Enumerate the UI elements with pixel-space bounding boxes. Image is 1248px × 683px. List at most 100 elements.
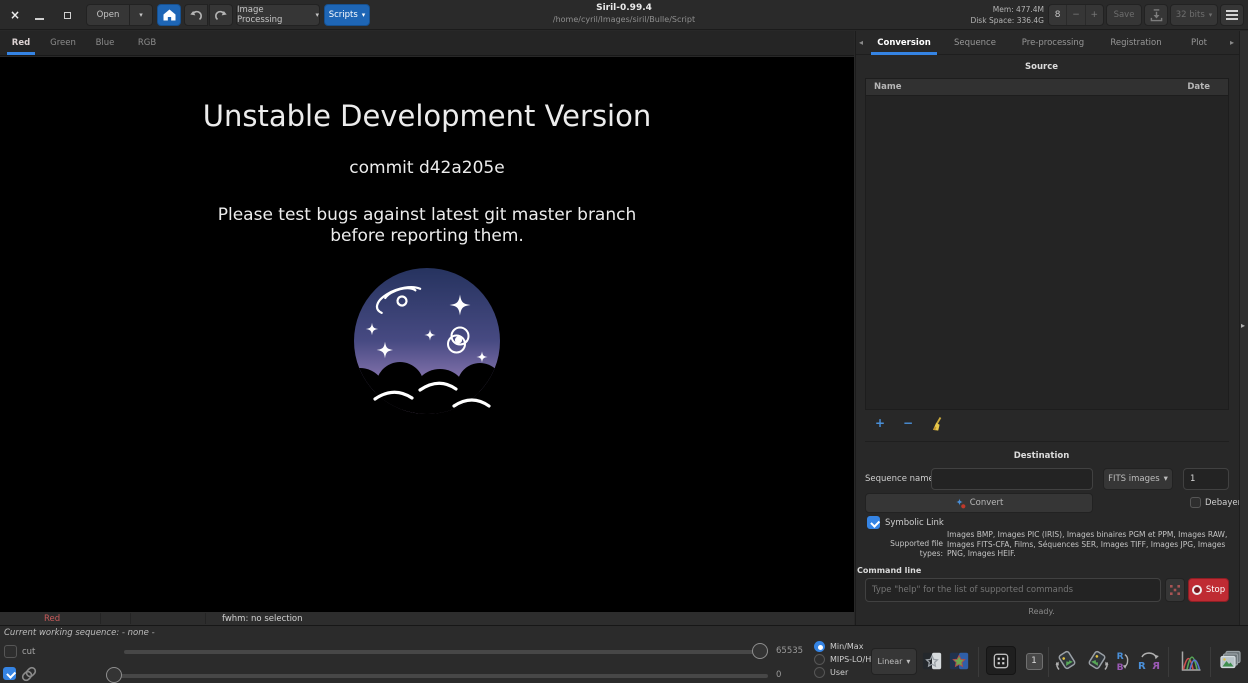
minus-icon: − — [902, 416, 914, 430]
output-format-dropdown[interactable]: FITS images ▾ — [1103, 468, 1173, 490]
convert-star-icon — [955, 498, 966, 508]
tab-red[interactable]: Red — [0, 31, 42, 55]
maximize-button[interactable] — [58, 6, 76, 24]
home-button[interactable] — [157, 4, 181, 26]
zoom-100-button[interactable]: 1 — [1021, 648, 1047, 674]
dev-version-title: Unstable Development Version — [202, 99, 652, 133]
tab-rgb[interactable]: RGB — [126, 31, 168, 55]
panel-collapse-strip: ▸ — [1239, 31, 1248, 625]
threads-increment-button[interactable]: + — [1084, 5, 1103, 25]
minmax-radio[interactable] — [814, 641, 825, 652]
image-stack-icon — [1220, 650, 1241, 669]
svg-text:R: R — [1152, 661, 1160, 672]
histogram-icon — [1181, 651, 1201, 671]
hi-slider-track[interactable] — [124, 649, 768, 654]
false-color-button[interactable] — [946, 648, 972, 674]
open-button[interactable]: Open — [86, 4, 130, 26]
undo-icon — [190, 10, 202, 20]
flip-vertical-icon: R B — [1117, 651, 1129, 672]
rotate-right-button[interactable] — [1084, 648, 1110, 674]
sequence-list-button[interactable] — [1217, 648, 1243, 674]
hi-value-label: 65535 — [776, 646, 804, 656]
bit-depth-dropdown[interactable]: 32 bits ▾ — [1170, 4, 1218, 26]
mips-radio[interactable] — [814, 654, 825, 665]
column-name[interactable]: Name — [874, 79, 901, 96]
broom-icon — [932, 417, 941, 431]
image-processing-button[interactable]: Image Processing ▾ — [236, 4, 320, 26]
add-files-button[interactable]: + — [872, 417, 888, 431]
open-dropdown-button[interactable]: ▾ — [129, 4, 153, 26]
tab-registration[interactable]: Registration — [1094, 31, 1178, 55]
fit-to-window-button[interactable] — [986, 646, 1016, 675]
symbolic-link-checkbox[interactable] — [867, 516, 880, 529]
cut-checkbox[interactable] — [4, 645, 17, 658]
minmax-label: Min/Max — [830, 642, 864, 651]
supported-types-list: Images BMP, Images PIC (IRIS), Images bi… — [947, 530, 1228, 558]
user-radio[interactable] — [814, 667, 825, 678]
tab-plot[interactable]: Plot — [1169, 31, 1229, 55]
menu-button[interactable] — [1220, 4, 1244, 26]
tab-green[interactable]: Green — [42, 31, 84, 55]
tab-blue[interactable]: Blue — [84, 31, 126, 55]
command-grid-icon — [1170, 585, 1180, 595]
minimize-button[interactable] — [30, 6, 48, 24]
fit-view-icon — [993, 653, 1009, 668]
chevron-down-icon: ▾ — [906, 657, 911, 666]
command-line-title: Command line — [857, 566, 922, 575]
hi-slider-handle[interactable] — [752, 643, 768, 659]
conversion-panel: ◂ Conversion Sequence Pre-processing Reg… — [855, 31, 1241, 625]
status-fwhm: fwhm: no selection — [222, 614, 303, 624]
command-input[interactable] — [865, 578, 1161, 602]
rotate-left-button[interactable] — [1054, 648, 1080, 674]
command-options-button[interactable] — [1165, 578, 1185, 602]
link-channels-checkbox[interactable] — [3, 667, 16, 680]
tab-sequence[interactable]: Sequence — [941, 31, 1009, 55]
negative-view-button[interactable] — [919, 648, 945, 674]
night-sky-illustration — [354, 268, 500, 414]
lo-slider-track[interactable] — [106, 673, 768, 678]
threads-value: 8 — [1054, 10, 1061, 20]
tab-conversion[interactable]: Conversion — [862, 31, 946, 55]
histogram-button[interactable] — [1178, 648, 1204, 674]
hi-slider[interactable] — [124, 643, 768, 660]
lo-slider[interactable] — [106, 667, 768, 683]
start-index-input[interactable] — [1183, 468, 1229, 490]
chain-link-icon — [21, 666, 37, 682]
one-to-one-icon: 1 — [1025, 652, 1043, 670]
panel-expander-icon[interactable]: ▸ — [1241, 321, 1245, 330]
sequence-name-input[interactable] — [931, 468, 1093, 490]
tab-pre-processing[interactable]: Pre-processing — [1007, 31, 1099, 55]
threads-spin: 8 − + — [1048, 4, 1104, 26]
half-star-icon — [922, 652, 942, 670]
redo-button[interactable] — [209, 4, 233, 26]
save-button[interactable]: Save — [1106, 4, 1142, 26]
scripts-button[interactable]: Scripts ▾ — [324, 4, 370, 26]
image-status-bar: Red fwhm: no selection — [0, 612, 854, 625]
stretch-mode-dropdown[interactable]: Linear ▾ — [871, 648, 917, 675]
undo-button[interactable] — [184, 4, 208, 26]
rotate-right-icon — [1088, 650, 1109, 670]
source-file-list[interactable]: Name Date — [865, 78, 1229, 410]
mirror-horizontal-button[interactable]: R R — [1136, 648, 1162, 674]
flip-vertical-button[interactable]: R B — [1110, 648, 1136, 674]
close-button[interactable]: × — [6, 6, 24, 24]
image-canvas[interactable]: Unstable Development Version commit d42a… — [0, 57, 854, 612]
column-date[interactable]: Date — [1187, 79, 1210, 96]
disk-space-label: Disk Space: 336.4G — [970, 16, 1044, 25]
lo-slider-handle[interactable] — [106, 667, 122, 683]
convert-button[interactable]: Convert — [865, 493, 1093, 513]
dev-warning-message: Please test bugs against latest git mast… — [217, 205, 637, 246]
stop-button[interactable]: Stop — [1188, 578, 1229, 602]
tab-scroll-right-icon[interactable]: ▸ — [1230, 31, 1234, 55]
memory-label: Mem: 477.4M — [992, 5, 1044, 14]
hamburger-icon — [1226, 14, 1238, 16]
remove-files-button[interactable]: − — [900, 417, 916, 431]
clear-list-button[interactable] — [928, 417, 944, 431]
maximize-icon — [63, 11, 71, 19]
svg-text:R: R — [1138, 661, 1146, 672]
save-as-button[interactable] — [1144, 4, 1168, 26]
debayer-checkbox[interactable] — [1190, 497, 1201, 508]
chevron-down-icon: ▾ — [1163, 474, 1168, 484]
threads-decrement-button[interactable]: − — [1066, 5, 1084, 25]
mips-label: MIPS-LO/HI — [830, 655, 874, 664]
